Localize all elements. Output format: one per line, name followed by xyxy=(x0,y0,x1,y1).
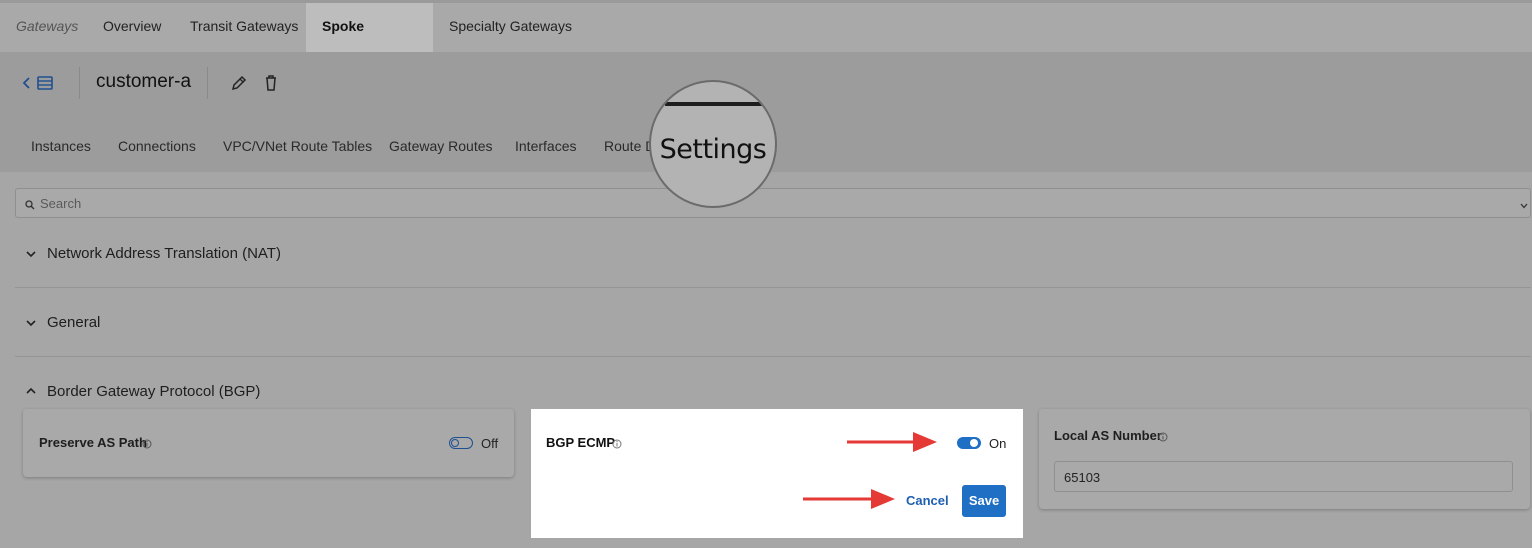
bgp-ecmp-label: BGP ECMP xyxy=(546,435,616,450)
subtab-route-d[interactable]: Route D xyxy=(604,138,655,154)
cancel-button[interactable]: Cancel xyxy=(906,493,949,508)
chevron-down-icon[interactable] xyxy=(24,247,38,261)
annotation-arrow-icon xyxy=(847,430,939,454)
section-general-title[interactable]: General xyxy=(47,314,100,331)
local-as-number-label: Local AS Number xyxy=(1054,428,1162,443)
chevron-down-icon[interactable] xyxy=(1519,198,1529,209)
section-nat-title[interactable]: Network Address Translation (NAT) xyxy=(47,245,281,262)
info-icon[interactable] xyxy=(612,436,622,449)
preserve-as-path-label: Preserve AS Path xyxy=(39,435,147,450)
active-tab-indicator xyxy=(665,102,763,106)
subtab-vpc-vnet-route-tables[interactable]: VPC/VNet Route Tables xyxy=(223,138,372,154)
section-bgp-title[interactable]: Border Gateway Protocol (BGP) xyxy=(47,383,260,400)
local-as-number-value: 65103 xyxy=(1064,470,1101,485)
breadcrumb[interactable]: Gateways xyxy=(0,3,94,52)
info-icon[interactable] xyxy=(1158,429,1168,442)
page-title: customer-a xyxy=(96,71,192,92)
annotation-arrow-icon xyxy=(803,487,897,511)
subtab-instances[interactable]: Instances xyxy=(31,138,91,154)
preserve-as-path-state: Off xyxy=(481,436,499,451)
list-view-icon[interactable] xyxy=(36,74,54,92)
edit-pencil-icon[interactable] xyxy=(230,74,248,92)
divider xyxy=(15,287,1531,288)
search-input[interactable] xyxy=(15,188,1531,218)
bgp-ecmp-toggle[interactable] xyxy=(957,437,981,449)
tab-transit-gateways[interactable]: Transit Gateways xyxy=(174,3,314,52)
delete-trash-icon[interactable] xyxy=(263,74,279,92)
header-divider xyxy=(79,67,80,99)
chevron-up-icon[interactable] xyxy=(24,384,38,398)
search-icon xyxy=(25,197,35,210)
local-as-number-card xyxy=(1039,409,1530,509)
subtab-settings[interactable]: Settings xyxy=(651,134,775,165)
search-placeholder: Search xyxy=(40,196,82,211)
subtab-interfaces[interactable]: Interfaces xyxy=(515,138,576,154)
tab-overview[interactable]: Overview xyxy=(87,3,177,52)
header-divider xyxy=(207,67,208,99)
bgp-ecmp-state: On xyxy=(989,436,1007,451)
settings-magnifier: Settings xyxy=(649,80,777,208)
save-button[interactable]: Save xyxy=(962,485,1006,517)
info-icon[interactable] xyxy=(142,436,152,449)
preserve-as-path-toggle[interactable] xyxy=(449,437,473,449)
local-as-number-input[interactable] xyxy=(1054,461,1513,492)
subtab-gateway-routes[interactable]: Gateway Routes xyxy=(389,138,493,154)
bgp-ecmp-card xyxy=(531,409,1023,538)
tab-spoke-gateways[interactable]: Spoke Gateways xyxy=(306,3,433,80)
tab-specialty-gateways[interactable]: Specialty Gateways xyxy=(433,3,588,52)
back-chevron-icon[interactable] xyxy=(19,75,35,91)
chevron-down-icon[interactable] xyxy=(24,316,38,330)
divider xyxy=(15,356,1531,357)
subtab-connections[interactable]: Connections xyxy=(118,138,196,154)
